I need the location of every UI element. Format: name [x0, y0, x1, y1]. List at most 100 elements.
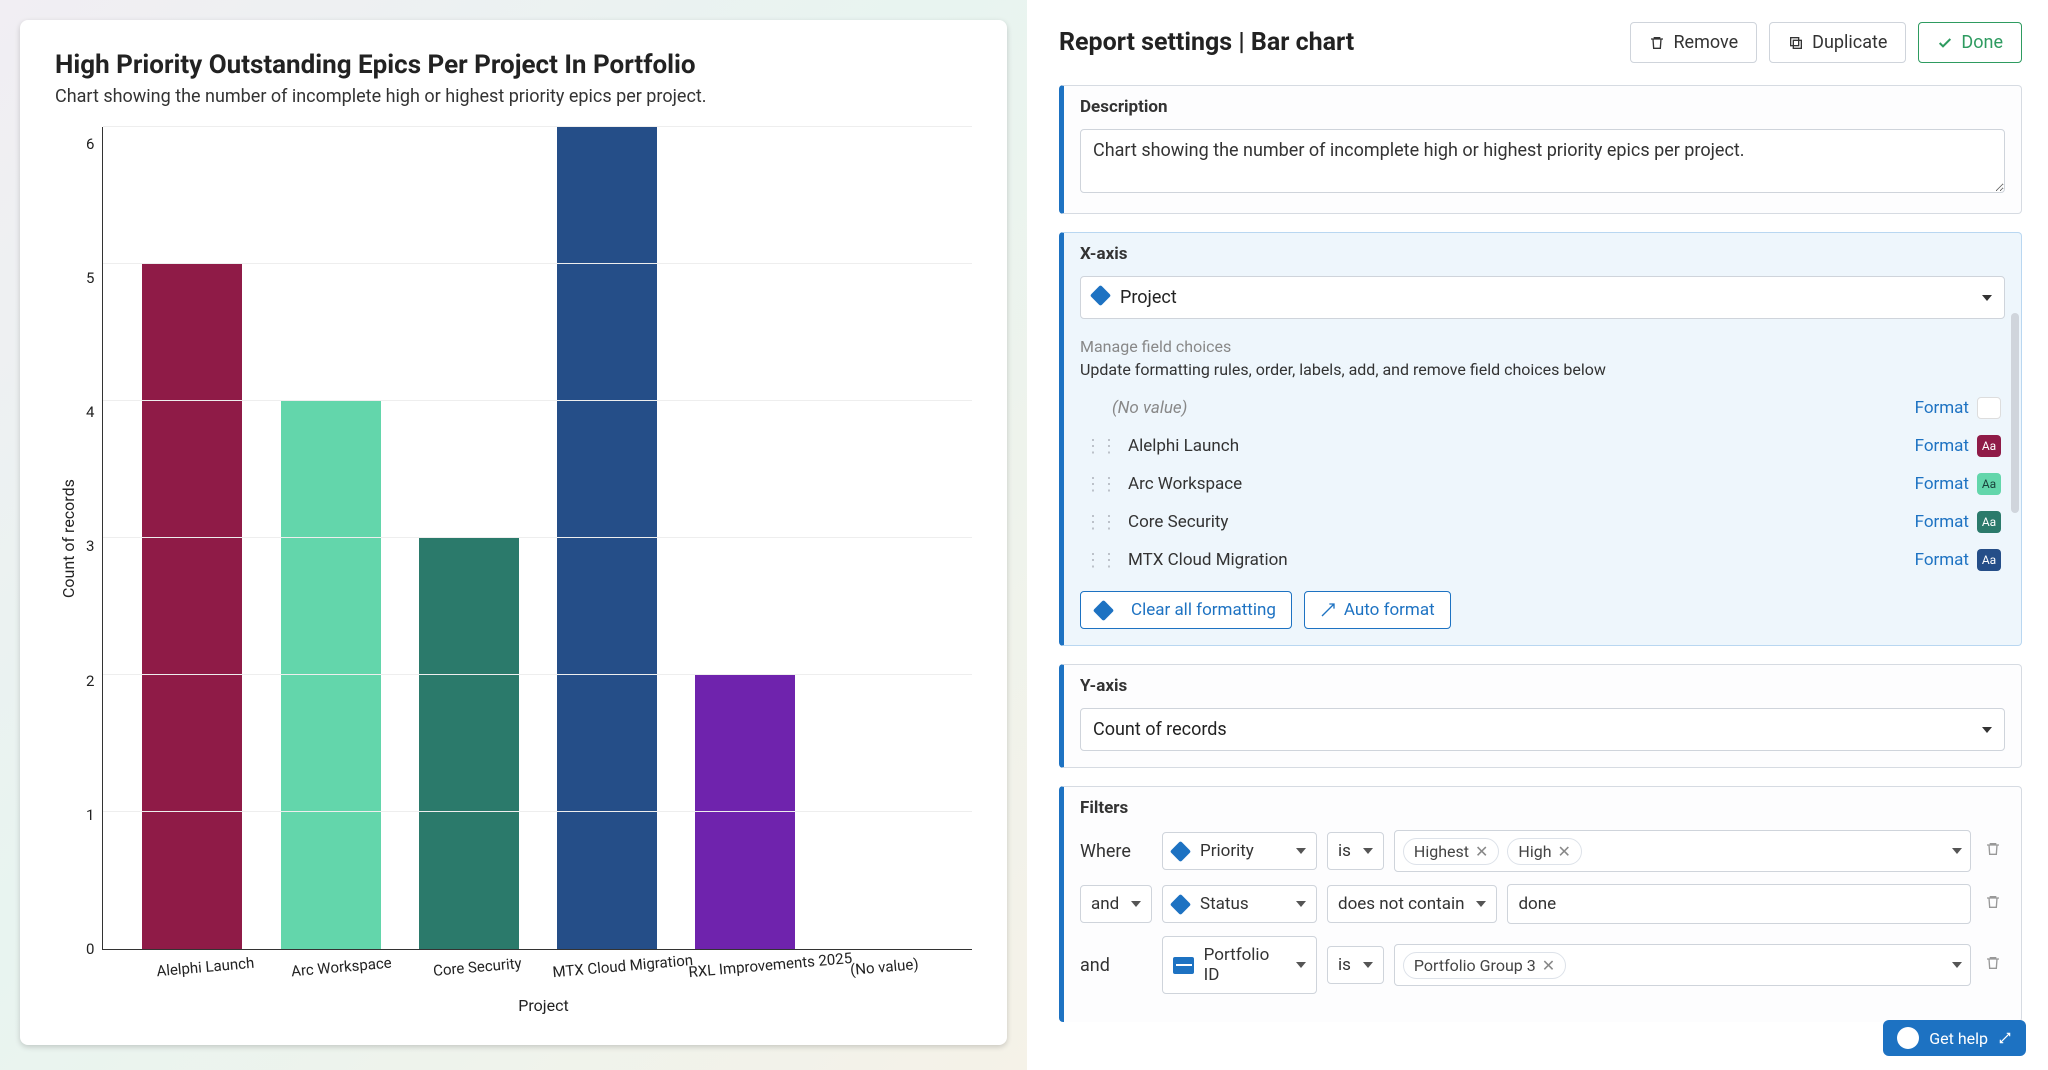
bar[interactable]: [557, 127, 657, 949]
filters-label: Filters: [1064, 787, 2021, 818]
help-avatar-icon: [1897, 1027, 1919, 1049]
settings-header: Report settings | Bar chart Remove Dupli…: [1059, 22, 2022, 63]
x-tick: Core Security: [416, 945, 538, 981]
grid-line: [103, 263, 972, 264]
grid-line: [103, 126, 972, 127]
format-link[interactable]: Format: [1915, 436, 1969, 456]
filter-remove-button[interactable]: [1981, 894, 2005, 915]
chevron-down-icon: [1952, 848, 1962, 854]
auto-format-button[interactable]: Auto format: [1304, 591, 1451, 629]
filter-field-select[interactable]: Priority: [1162, 832, 1317, 870]
filter-row: Where Priority is Highest✕ High✕: [1080, 830, 2005, 872]
filter-field-select[interactable]: Status: [1162, 885, 1317, 923]
field-choice-label: MTX Cloud Migration: [1128, 550, 1915, 570]
grid-line: [103, 811, 972, 812]
field-type-icon: [1170, 840, 1191, 861]
expand-icon: [1998, 1031, 2012, 1045]
chevron-down-icon: [1296, 962, 1306, 968]
chip-remove-icon[interactable]: ✕: [1558, 842, 1571, 861]
filter-value-chipbox[interactable]: Portfolio Group 3✕: [1394, 944, 1971, 986]
color-swatch[interactable]: Aa: [1977, 473, 2001, 495]
color-swatch[interactable]: Aa: [1977, 511, 2001, 533]
chevron-down-icon: [1982, 295, 1992, 301]
trash-icon: [1985, 894, 2001, 910]
bar[interactable]: [142, 264, 242, 949]
duplicate-button[interactable]: Duplicate: [1769, 22, 1906, 63]
check-icon: [1937, 35, 1953, 51]
y-tick: 5: [86, 269, 94, 287]
done-button[interactable]: Done: [1918, 22, 2022, 63]
settings-title: Report settings | Bar chart: [1059, 28, 1354, 57]
filter-chip[interactable]: Highest✕: [1403, 838, 1499, 865]
filter-join-label: and: [1080, 955, 1152, 976]
format-link[interactable]: Format: [1915, 474, 1969, 494]
color-swatch[interactable]: Aa: [1977, 549, 2001, 571]
remove-button[interactable]: Remove: [1630, 22, 1757, 63]
settings-pane: Report settings | Bar chart Remove Dupli…: [1027, 0, 2048, 1070]
filter-value-input[interactable]: [1507, 884, 1971, 924]
filters-panel: Filters Where Priority is Highest✕ High✕ and S…: [1059, 786, 2022, 1022]
clear-formatting-button[interactable]: Clear all formatting: [1080, 591, 1292, 629]
filter-value-chipbox[interactable]: Highest✕ High✕: [1394, 830, 1971, 872]
y-tick: 2: [86, 672, 94, 690]
filter-chip[interactable]: High✕: [1507, 838, 1582, 865]
filter-field-select[interactable]: Portfolio ID: [1162, 936, 1317, 994]
filter-where-label: Where: [1080, 841, 1152, 862]
chart-preview-pane: High Priority Outstanding Epics Per Proj…: [0, 0, 1027, 1070]
y-axis-ticks: 6543210: [78, 127, 102, 950]
description-input[interactable]: [1080, 129, 2005, 193]
format-link[interactable]: Format: [1915, 550, 1969, 570]
filter-join-select[interactable]: and: [1080, 885, 1152, 923]
chip-remove-icon[interactable]: ✕: [1475, 842, 1488, 861]
field-choice-row: (No value)Format: [1080, 389, 2005, 427]
trash-icon: [1649, 35, 1665, 51]
filter-operator-select[interactable]: does not contain: [1327, 885, 1497, 923]
filter-operator-select[interactable]: is: [1327, 946, 1384, 984]
field-choice-row: ⋮⋮Core SecurityFormatAa: [1080, 503, 2005, 541]
xaxis-label: X-axis: [1064, 233, 2021, 264]
grid-line: [103, 400, 972, 401]
scrollbar[interactable]: [2011, 313, 2019, 513]
field-type-icon: [1090, 285, 1111, 306]
filter-row: and Status does not contain: [1080, 884, 2005, 924]
format-link[interactable]: Format: [1915, 512, 1969, 532]
get-help-button[interactable]: Get help: [1883, 1020, 2026, 1056]
manage-choices-title: Manage field choices: [1080, 337, 2005, 356]
chart-subtitle: Chart showing the number of incomplete h…: [55, 86, 972, 107]
filter-operator-select[interactable]: is: [1327, 832, 1384, 870]
grid-line: [103, 674, 972, 675]
drag-handle-icon[interactable]: ⋮⋮: [1084, 512, 1116, 533]
color-swatch[interactable]: [1977, 397, 2001, 419]
filter-remove-button[interactable]: [1981, 955, 2005, 976]
drag-handle-icon[interactable]: ⋮⋮: [1084, 550, 1116, 571]
y-tick: 6: [86, 135, 94, 153]
chevron-down-icon: [1296, 901, 1306, 907]
chevron-down-icon: [1952, 962, 1962, 968]
grid-line: [103, 537, 972, 538]
yaxis-field-select[interactable]: Count of records: [1080, 708, 2005, 751]
y-tick: 0: [86, 940, 94, 958]
color-swatch[interactable]: Aa: [1977, 435, 2001, 457]
id-field-icon: [1173, 957, 1194, 974]
x-tick: Alelphi Launch: [144, 945, 266, 981]
chart-title: High Priority Outstanding Epics Per Proj…: [55, 50, 972, 80]
chevron-down-icon: [1363, 848, 1373, 854]
xaxis-field-select[interactable]: Project: [1080, 276, 2005, 319]
chart-card: High Priority Outstanding Epics Per Proj…: [20, 20, 1007, 1045]
chip-remove-icon[interactable]: ✕: [1542, 956, 1555, 975]
y-tick: 1: [86, 806, 94, 824]
bar[interactable]: [419, 538, 519, 949]
drag-handle-icon[interactable]: ⋮⋮: [1084, 436, 1116, 457]
description-panel: Description: [1059, 85, 2022, 214]
chevron-down-icon: [1363, 962, 1373, 968]
field-choice-row: ⋮⋮ Arc WorkspaceFormat Aa: [1080, 465, 2005, 503]
field-choice-label: Arc Workspace: [1128, 474, 1915, 494]
field-choice-row: ⋮⋮Alelphi LaunchFormatAa: [1080, 427, 2005, 465]
filter-remove-button[interactable]: [1981, 841, 2005, 862]
format-link[interactable]: Format: [1915, 398, 1969, 418]
drag-handle-icon[interactable]: ⋮⋮: [1084, 474, 1116, 495]
filter-chip[interactable]: Portfolio Group 3✕: [1403, 952, 1566, 979]
y-axis-label: Count of records: [55, 127, 78, 950]
wand-icon: [1320, 602, 1336, 618]
xaxis-panel: X-axis Project Manage field choices Upda…: [1059, 232, 2022, 646]
